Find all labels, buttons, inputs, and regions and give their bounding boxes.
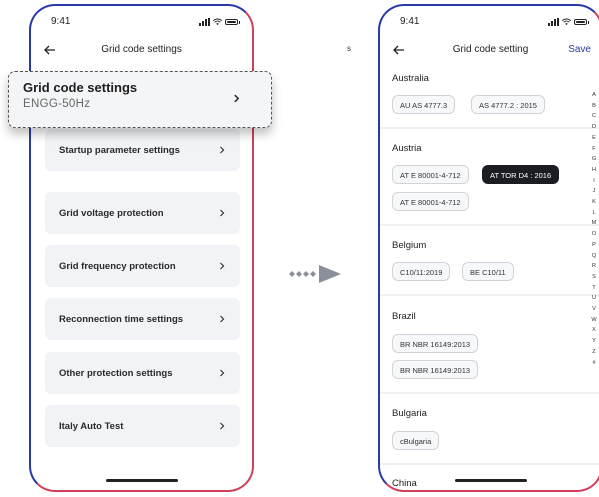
save-button[interactable]: Save (568, 44, 591, 55)
section-divider (380, 294, 599, 296)
wifi-icon (213, 18, 222, 26)
alpha-letter[interactable]: # (589, 358, 599, 369)
country-heading-belgium: Belgium (392, 240, 427, 251)
chevron-right-icon (220, 146, 225, 154)
home-indicator (454, 479, 527, 482)
status-time: 9:41 (51, 16, 71, 27)
menu-item-startup-parameter[interactable]: Startup parameter settings (45, 129, 240, 171)
right-phone-screen: 9:41 Grid code setting Save Australia AU… (378, 4, 599, 492)
alpha-letter[interactable]: O (589, 229, 599, 240)
battery-icon (574, 19, 589, 25)
home-indicator (105, 479, 178, 482)
section-divider (380, 224, 599, 226)
grid-code-chip[interactable]: C10/11:2019 (392, 262, 451, 281)
grid-code-chip[interactable]: AU AS 4777.3 (392, 95, 456, 114)
chevron-right-icon (220, 422, 225, 430)
grid-code-chip[interactable]: AS 4777.2 : 2015 (471, 95, 545, 114)
menu-item-label: Startup parameter settings (59, 144, 180, 156)
wifi-icon (562, 18, 571, 26)
section-divider (380, 127, 599, 129)
alpha-letter[interactable]: S (589, 272, 599, 283)
chevron-right-icon (234, 94, 240, 103)
alpha-letter[interactable]: H (589, 165, 599, 176)
country-heading-china: China (392, 478, 417, 489)
stray-text: s (347, 44, 351, 53)
alpha-letter[interactable]: I (589, 176, 599, 187)
alpha-letter[interactable]: M (589, 218, 599, 229)
menu-item-grid-voltage[interactable]: Grid voltage protection (45, 192, 240, 234)
signal-icon (548, 18, 559, 26)
country-heading-brazil: Brazil (392, 311, 416, 322)
alpha-letter[interactable]: X (589, 325, 599, 336)
alpha-letter[interactable]: F (589, 144, 599, 155)
alpha-letter[interactable]: E (589, 133, 599, 144)
alpha-letter[interactable]: U (589, 293, 599, 304)
status-bar: 9:41 (380, 16, 599, 30)
country-heading-bulgaria: Bulgaria (392, 408, 427, 419)
alpha-letter[interactable]: R (589, 261, 599, 272)
chevron-right-icon (220, 315, 225, 323)
alpha-letter[interactable]: G (589, 154, 599, 165)
grid-code-chip-selected[interactable]: AT TOR D4 : 2016 (482, 165, 560, 184)
alpha-letter[interactable]: K (589, 197, 599, 208)
menu-item-reconnection-time[interactable]: Reconnection time settings (45, 298, 240, 340)
chevron-right-icon (220, 262, 225, 270)
status-bar: 9:41 (31, 16, 252, 30)
alpha-letter[interactable]: Q (589, 251, 599, 262)
alpha-letter[interactable]: P (589, 240, 599, 251)
page-title: Grid code setting (452, 44, 529, 55)
chevron-right-icon (220, 209, 225, 217)
alpha-letter[interactable]: D (589, 122, 599, 133)
alphabet-index[interactable]: A B C D E F G H I J K L M O P Q R S T U … (589, 90, 599, 368)
grid-code-chip[interactable]: BE C10/11 (462, 262, 514, 281)
section-divider (380, 392, 599, 394)
menu-item-label: Other protection settings (59, 367, 173, 379)
battery-icon (225, 19, 240, 25)
nav-bar: Grid code settings (31, 41, 252, 61)
alpha-letter[interactable]: J (589, 186, 599, 197)
chevron-right-icon (220, 369, 225, 377)
alpha-letter[interactable]: B (589, 101, 599, 112)
grid-code-chip[interactable]: BR NBR 16149:2013 (392, 360, 479, 379)
alpha-letter[interactable]: T (589, 283, 599, 294)
menu-item-label: Reconnection time settings (59, 313, 184, 325)
grid-code-chip[interactable]: AT E 80001-4-712 (392, 165, 469, 184)
menu-item-other-protection[interactable]: Other protection settings (45, 352, 240, 394)
signal-icon (199, 18, 210, 26)
alpha-letter[interactable]: V (589, 304, 599, 315)
grid-code-settings-card[interactable]: Grid code settings ENGG-50Hz (8, 71, 272, 128)
alpha-letter[interactable]: L (589, 208, 599, 219)
menu-item-label: Italy Auto Test (59, 420, 124, 432)
alpha-letter[interactable]: A (589, 90, 599, 101)
country-heading-australia: Australia (392, 73, 429, 84)
alpha-letter[interactable]: Y (589, 336, 599, 347)
grid-code-chip[interactable]: AT E 80001-4-712 (392, 192, 469, 211)
status-time: 9:41 (400, 16, 420, 27)
page-title: Grid code settings (101, 44, 182, 55)
transition-arrow-icon (289, 265, 341, 283)
menu-item-label: Grid voltage protection (59, 207, 164, 219)
grid-code-chip[interactable]: cBulgaria (392, 431, 440, 450)
grid-code-card-value: ENGG-50Hz (23, 98, 91, 110)
nav-bar: Grid code setting Save (380, 41, 599, 61)
menu-item-italy-auto-test[interactable]: Italy Auto Test (45, 405, 240, 447)
grid-code-card-title: Grid code settings (23, 80, 138, 95)
alpha-letter[interactable]: W (589, 315, 599, 326)
grid-code-chip[interactable]: BR NBR 16149:2013 (392, 334, 479, 353)
menu-item-label: Grid frequency protection (59, 260, 176, 272)
alpha-letter[interactable]: C (589, 111, 599, 122)
section-divider (380, 463, 599, 465)
alpha-letter[interactable]: Z (589, 347, 599, 358)
menu-item-grid-frequency[interactable]: Grid frequency protection (45, 245, 240, 287)
country-heading-austria: Austria (392, 143, 422, 154)
